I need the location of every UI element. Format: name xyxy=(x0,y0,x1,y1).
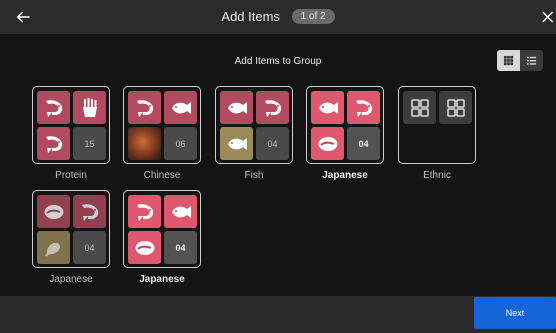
group-label: Fish xyxy=(244,170,264,181)
fish-icon xyxy=(220,127,253,160)
fish-icon xyxy=(220,91,253,124)
item-count: 04 xyxy=(347,127,380,160)
fish-icon xyxy=(164,91,197,124)
item-count: 15 xyxy=(73,127,106,160)
shrimp-icon xyxy=(256,91,289,124)
group-japanese[interactable]: 04 Japanese xyxy=(306,86,384,181)
group-tiles xyxy=(398,86,476,164)
group-label: Protein xyxy=(55,170,87,181)
steak-icon xyxy=(37,195,70,228)
group-label: Chinese xyxy=(143,170,181,181)
next-button[interactable]: Next xyxy=(474,297,556,329)
group-label: Ethnic xyxy=(423,170,451,181)
item-count: 06 xyxy=(164,127,197,160)
empty-slot xyxy=(439,127,472,160)
shrimp-icon xyxy=(128,195,161,228)
grid-placeholder-icon xyxy=(403,91,436,124)
group-ethnic[interactable]: Ethnic xyxy=(398,86,476,181)
group-fish[interactable]: 04 Fish xyxy=(215,86,293,181)
group-label: Japanese xyxy=(139,274,185,285)
item-count: 04 xyxy=(73,231,106,264)
group-tiles: 04 xyxy=(123,190,201,268)
fries-icon xyxy=(73,91,106,124)
chicken-icon xyxy=(37,231,70,264)
steak-icon xyxy=(311,127,344,160)
group-chinese[interactable]: 06 Chinese xyxy=(123,86,201,181)
group-tiles: 04 xyxy=(306,86,384,164)
close-icon[interactable] xyxy=(540,8,554,26)
view-toggle xyxy=(497,50,543,71)
group-japanese[interactable]: 04 Japanese xyxy=(123,190,201,285)
fish-icon xyxy=(311,91,344,124)
group-protein[interactable]: 15 Protein xyxy=(32,86,110,181)
food-photo xyxy=(128,127,161,160)
bottom-bar xyxy=(0,296,556,333)
grid-view-icon xyxy=(503,55,514,66)
group-label: Japanese xyxy=(322,170,368,181)
fish-icon xyxy=(164,195,197,228)
group-tiles: 06 xyxy=(123,86,201,164)
group-japanese[interactable]: 04 Japanese xyxy=(32,190,110,285)
list-view-icon xyxy=(526,56,537,65)
header: Add Items 1 of 2 xyxy=(0,8,556,25)
item-count: 04 xyxy=(256,127,289,160)
group-tiles: 15 xyxy=(32,86,110,164)
shrimp-icon xyxy=(37,127,70,160)
section-title: Add Items to Group xyxy=(234,56,322,67)
group-tiles: 04 xyxy=(215,86,293,164)
shrimp-icon xyxy=(73,195,106,228)
grid-placeholder-icon xyxy=(439,91,472,124)
page-title: Add Items xyxy=(221,9,280,25)
shrimp-icon xyxy=(37,91,70,124)
group-tiles: 04 xyxy=(32,190,110,268)
shrimp-icon xyxy=(347,91,380,124)
shrimp-icon xyxy=(128,91,161,124)
page-indicator: 1 of 2 xyxy=(291,9,335,25)
steak-icon xyxy=(128,231,161,264)
empty-slot xyxy=(403,127,436,160)
group-label: Japanese xyxy=(49,274,93,285)
item-count: 04 xyxy=(164,231,197,264)
list-view-button[interactable] xyxy=(520,50,543,71)
top-bar: Add Items 1 of 2 xyxy=(0,0,556,34)
grid-view-button[interactable] xyxy=(497,50,520,71)
